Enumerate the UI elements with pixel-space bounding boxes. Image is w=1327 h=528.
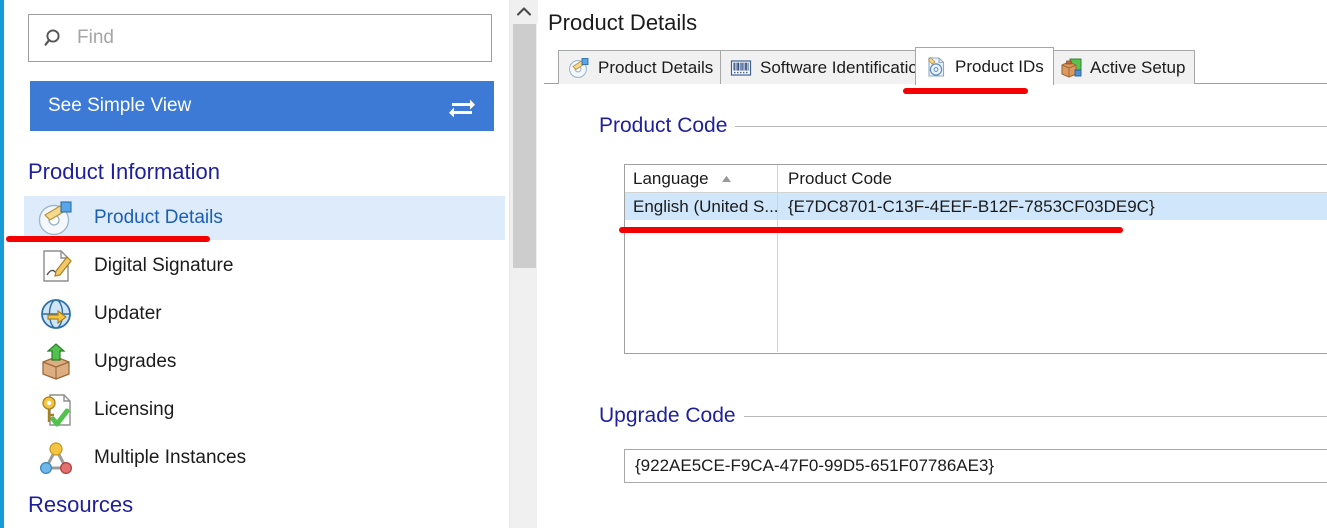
sidebar-item-label: Multiple Instances <box>94 447 247 468</box>
cell-language: English (United S... <box>625 193 778 220</box>
tab-strip: Product Details Software Identification … <box>544 47 1327 85</box>
page-title: Product Details <box>548 10 698 35</box>
see-simple-view-label: See Simple View <box>48 95 192 116</box>
group-header-product-code: Product Code <box>599 114 1327 138</box>
upgrade-code-value: {922AE5CE-F9CA-47F0-99D5-651F07786AE3} <box>635 456 995 475</box>
sidebar-item-licensing[interactable]: Licensing <box>24 388 505 432</box>
node-graph-icon <box>39 442 73 475</box>
column-header-label: Product Code <box>788 168 892 188</box>
group-header-rule <box>743 415 1327 417</box>
key-check-icon <box>42 394 71 427</box>
tab-product-details[interactable]: Product Details <box>558 50 724 84</box>
group-header-upgrade-code: Upgrade Code <box>599 404 1327 428</box>
sidebar-item-label: Product Details <box>94 207 223 228</box>
cell-text: English (United S... <box>633 196 778 216</box>
package-box-icon <box>1061 58 1082 78</box>
sort-ascending-icon <box>721 175 731 182</box>
tab-label: Software Identification <box>760 57 928 77</box>
search-placeholder: Find <box>77 27 114 48</box>
sidebar-item-digital-signature[interactable]: Digital Signature <box>24 244 505 288</box>
sidebar-group-product-information: Product Information <box>28 159 220 184</box>
tab-software-identification[interactable]: Software Identification <box>720 50 938 84</box>
disc-tag-icon <box>569 57 589 78</box>
application-window: Find See Simple View Product Information… <box>0 0 1327 528</box>
cell-product-code: {E7DC8701-C13F-4EEF-B12F-7853CF03DE9C} <box>778 193 1327 220</box>
box-up-arrow-icon <box>42 343 70 380</box>
sidebar-group-resources: Resources <box>28 492 134 517</box>
barcode-icon <box>730 59 752 76</box>
product-code-table[interactable]: Language Product Code English (United S.… <box>624 164 1327 354</box>
sidebar-item-multiple-instances[interactable]: Multiple Instances <box>24 436 505 480</box>
sidebar-item-upgrades[interactable]: Upgrades <box>24 340 505 384</box>
table-row[interactable]: English (United S... {E7DC8701-C13F-4EEF… <box>625 193 1327 220</box>
tab-product-ids[interactable]: Product IDs <box>915 47 1054 85</box>
table-empty-area <box>625 220 1327 352</box>
scrollbar-thumb[interactable] <box>513 24 536 268</box>
search-input[interactable]: Find <box>28 14 492 62</box>
sidebar-item-label: Licensing <box>94 399 175 420</box>
table-header-row: Language Product Code <box>625 165 1327 193</box>
table-empty-left <box>625 220 778 352</box>
disc-page-icon <box>927 56 945 77</box>
group-header-label: Upgrade Code <box>599 404 736 427</box>
tab-active-setup[interactable]: Active Setup <box>1050 50 1196 84</box>
disc-tag-icon <box>38 201 72 236</box>
chevron-up-icon <box>517 6 531 16</box>
column-header-product-code[interactable]: Product Code <box>778 165 1327 192</box>
tab-label: Active Setup <box>1090 57 1186 77</box>
column-header-label: Language <box>633 168 709 188</box>
cell-text: {E7DC8701-C13F-4EEF-B12F-7853CF03DE9C} <box>788 196 1155 216</box>
table-empty-right <box>778 220 1327 352</box>
main-panel: Product Details Product Details Software… <box>540 0 1327 528</box>
group-header-label: Product Code <box>599 114 728 137</box>
group-header-rule <box>735 125 1327 127</box>
tab-label: Product IDs <box>955 56 1044 76</box>
globe-arrow-icon <box>41 299 71 329</box>
signed-page-icon <box>43 250 72 282</box>
column-header-language[interactable]: Language <box>625 165 778 192</box>
sidebar-scrollbar[interactable] <box>509 0 538 528</box>
tab-label: Product Details <box>598 57 714 77</box>
sidebar-item-label: Upgrades <box>94 351 177 372</box>
search-icon <box>44 29 60 46</box>
see-simple-view-button[interactable]: See Simple View <box>30 81 494 131</box>
sidebar-item-product-details[interactable]: Product Details <box>24 196 505 240</box>
sidebar-item-updater[interactable]: Updater <box>24 292 505 336</box>
sidebar: Find See Simple View Product Information… <box>4 0 505 528</box>
sidebar-item-label: Digital Signature <box>94 255 234 276</box>
sidebar-item-label: Updater <box>94 303 162 324</box>
tab-panel-product-ids: Product Code Language Product Code Engli… <box>544 84 1327 528</box>
swap-arrows-icon <box>449 99 475 117</box>
scrollbar-up-button[interactable] <box>510 0 538 22</box>
upgrade-code-input[interactable]: {922AE5CE-F9CA-47F0-99D5-651F07786AE3} <box>624 449 1327 483</box>
